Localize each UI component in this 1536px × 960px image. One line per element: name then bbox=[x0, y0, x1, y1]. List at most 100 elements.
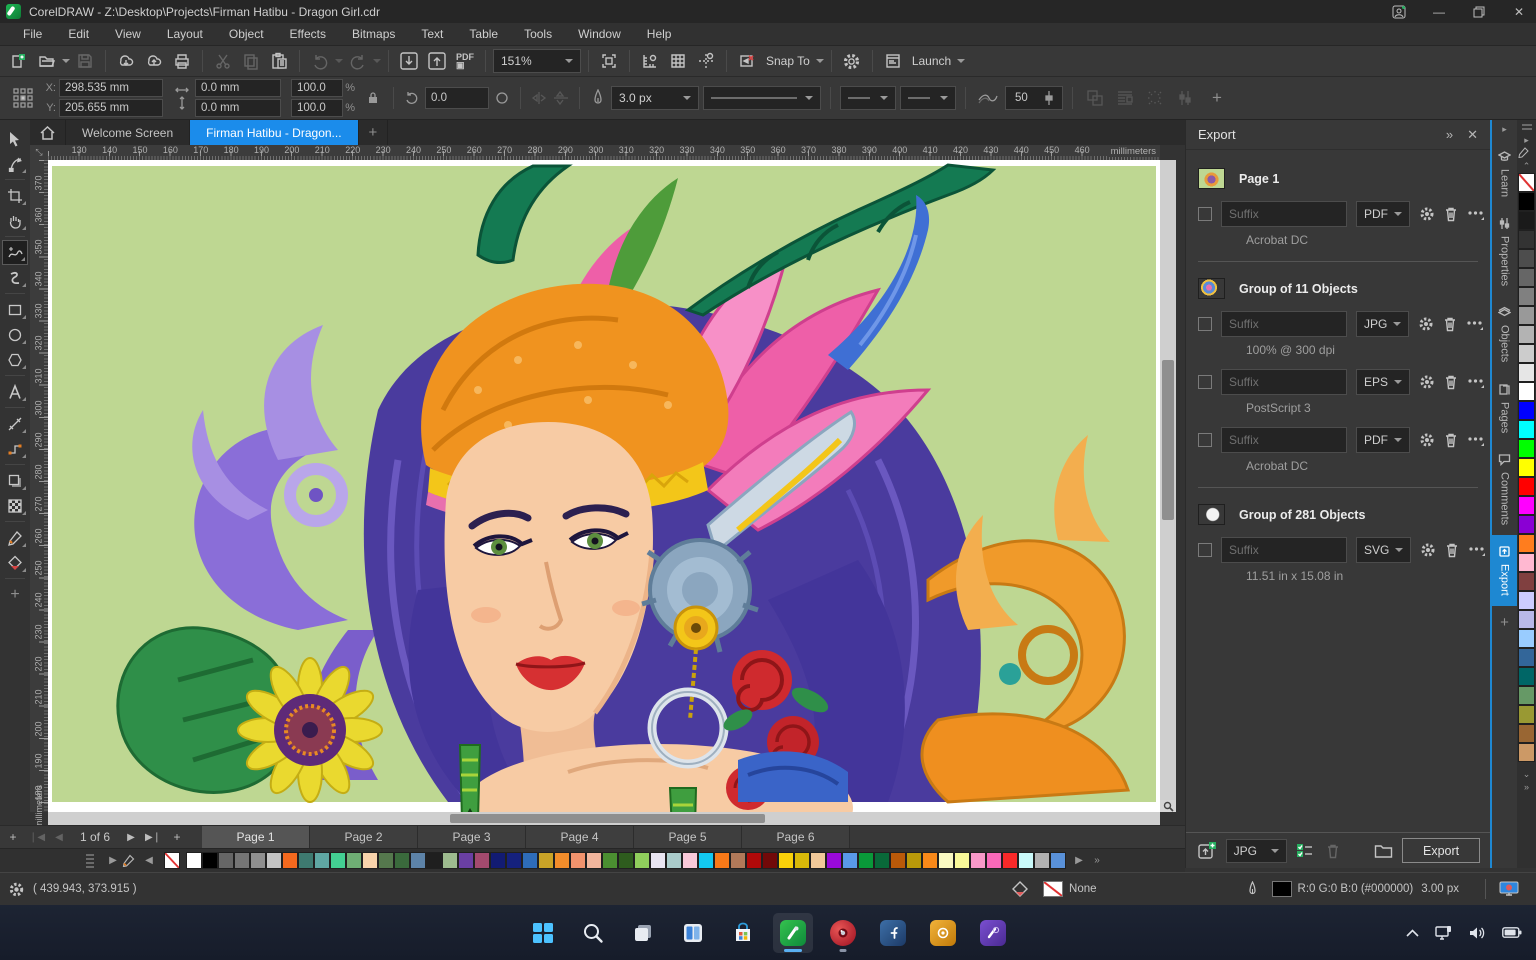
artistic-media-tool[interactable] bbox=[2, 265, 28, 290]
show-rulers-icon[interactable] bbox=[637, 49, 663, 73]
export-item-checkbox[interactable] bbox=[1198, 543, 1212, 557]
full-screen-preview-icon[interactable] bbox=[596, 49, 622, 73]
add-tools-button[interactable]: + bbox=[2, 582, 28, 607]
more-options-icon[interactable] bbox=[1466, 315, 1484, 333]
dimension-tool[interactable] bbox=[2, 411, 28, 436]
color-swatch[interactable] bbox=[698, 852, 714, 869]
palette-drag-handle[interactable] bbox=[86, 853, 94, 868]
color-swatch[interactable] bbox=[426, 852, 442, 869]
dock-tab-properties[interactable]: Properties bbox=[1498, 207, 1511, 296]
color-swatch[interactable] bbox=[186, 852, 202, 869]
dock-tab-comments[interactable]: Comments bbox=[1498, 443, 1511, 535]
color-swatch[interactable] bbox=[362, 852, 378, 869]
outline-color-swatch[interactable] bbox=[1271, 881, 1292, 897]
color-swatch[interactable] bbox=[906, 852, 922, 869]
snap-off-icon[interactable] bbox=[734, 49, 760, 73]
network-icon[interactable] bbox=[1435, 925, 1453, 941]
color-swatch[interactable] bbox=[570, 852, 586, 869]
smoothing-slider-icon[interactable] bbox=[1040, 90, 1058, 106]
color-swatch[interactable] bbox=[810, 852, 826, 869]
color-swatch[interactable] bbox=[1518, 230, 1535, 249]
export-settings-gear-icon[interactable] bbox=[1418, 315, 1434, 333]
color-swatch[interactable] bbox=[1518, 287, 1535, 306]
footer-format-select[interactable]: JPG bbox=[1225, 838, 1287, 863]
rectangle-tool[interactable] bbox=[2, 297, 28, 322]
y-position-field[interactable] bbox=[59, 99, 163, 117]
palette-eyedropper-icon[interactable] bbox=[1517, 147, 1536, 160]
launch-caret[interactable] bbox=[957, 59, 966, 63]
color-swatch[interactable] bbox=[1518, 591, 1535, 610]
coreldraw-taskbar-icon[interactable] bbox=[773, 912, 813, 953]
status-gear-icon[interactable] bbox=[8, 881, 25, 898]
pan-tool[interactable] bbox=[2, 208, 28, 233]
color-swatch[interactable] bbox=[538, 852, 554, 869]
color-swatch[interactable] bbox=[282, 852, 298, 869]
select-all-exports-icon[interactable] bbox=[1295, 842, 1315, 860]
welcome-screen-tab[interactable]: Welcome Screen bbox=[66, 120, 191, 145]
arrow-start-select[interactable] bbox=[840, 86, 896, 110]
snap-to-label[interactable]: Snap To bbox=[762, 54, 814, 68]
zoom-level-select[interactable]: 151% bbox=[493, 49, 581, 73]
color-swatch[interactable] bbox=[1518, 743, 1535, 762]
arrow-end-select[interactable] bbox=[900, 86, 956, 110]
export-settings-gear-icon[interactable] bbox=[1419, 431, 1435, 449]
color-swatch[interactable] bbox=[1518, 363, 1535, 382]
export-item-checkbox[interactable] bbox=[1198, 433, 1212, 447]
close-button[interactable]: ✕ bbox=[1508, 4, 1530, 20]
polygon-tool[interactable] bbox=[2, 347, 28, 372]
color-swatch[interactable] bbox=[650, 852, 666, 869]
color-swatch[interactable] bbox=[986, 852, 1002, 869]
transparency-tool[interactable] bbox=[2, 493, 28, 518]
color-swatch[interactable] bbox=[586, 852, 602, 869]
color-swatch[interactable] bbox=[618, 852, 634, 869]
color-swatch[interactable] bbox=[682, 852, 698, 869]
color-swatch[interactable] bbox=[1518, 439, 1535, 458]
ruler-origin[interactable]: ⤡ bbox=[30, 145, 48, 160]
export-item-checkbox[interactable] bbox=[1198, 375, 1212, 389]
color-swatch[interactable] bbox=[1518, 306, 1535, 325]
horizontal-scrollbar-thumb[interactable] bbox=[450, 814, 765, 823]
menu-item[interactable]: Edit bbox=[55, 24, 102, 44]
zoom-corner-icon[interactable] bbox=[1160, 800, 1176, 812]
color-swatch[interactable] bbox=[746, 852, 762, 869]
object-width-field[interactable] bbox=[195, 79, 281, 97]
lock-ratio-icon[interactable] bbox=[362, 91, 384, 105]
capture-taskbar-icon[interactable] bbox=[923, 913, 963, 953]
color-swatch[interactable] bbox=[410, 852, 426, 869]
color-swatch[interactable] bbox=[266, 852, 282, 869]
color-swatch[interactable] bbox=[330, 852, 346, 869]
outline-width-select[interactable]: 3.0 px bbox=[611, 86, 699, 110]
horizontal-scrollbar[interactable] bbox=[48, 812, 1160, 825]
suffix-input[interactable] bbox=[1221, 427, 1347, 453]
palette-scroll-right-icon[interactable]: ▶ bbox=[1070, 855, 1088, 866]
store-icon[interactable] bbox=[723, 913, 763, 953]
color-proof-monitor-icon[interactable] bbox=[1498, 880, 1520, 898]
export-button[interactable]: Export bbox=[1402, 838, 1480, 863]
format-select[interactable]: JPG bbox=[1356, 311, 1410, 337]
page-tab[interactable]: Page 3 bbox=[418, 826, 527, 848]
suffix-input[interactable] bbox=[1221, 537, 1347, 563]
freehand-tool[interactable] bbox=[2, 240, 28, 265]
account-icon[interactable] bbox=[1388, 4, 1410, 20]
color-swatch[interactable] bbox=[1518, 268, 1535, 287]
text-tool[interactable] bbox=[2, 379, 28, 404]
color-swatch[interactable] bbox=[1518, 610, 1535, 629]
open-flyout-caret[interactable] bbox=[62, 59, 70, 63]
horizontal-ruler[interactable]: 130 140 150 160 170 180 190 200 210 220 230 240 250 2… bbox=[48, 145, 1160, 160]
menu-item[interactable]: Effects bbox=[277, 24, 339, 44]
color-swatch[interactable] bbox=[1518, 344, 1535, 363]
color-swatch[interactable] bbox=[778, 852, 794, 869]
color-swatch[interactable] bbox=[714, 852, 730, 869]
color-swatch[interactable] bbox=[1518, 705, 1535, 724]
font-manager-taskbar-icon[interactable] bbox=[873, 913, 913, 953]
docker-collapse-icon[interactable]: » bbox=[1446, 127, 1453, 143]
color-swatch[interactable] bbox=[234, 852, 250, 869]
add-page-before-button[interactable]: + bbox=[0, 826, 26, 848]
color-swatch[interactable] bbox=[1518, 325, 1535, 344]
color-swatch[interactable] bbox=[730, 852, 746, 869]
color-swatch[interactable] bbox=[458, 852, 474, 869]
page-tab[interactable]: Page 1 bbox=[202, 826, 311, 848]
delete-export-icon[interactable] bbox=[1444, 205, 1458, 223]
more-options-icon[interactable] bbox=[1467, 205, 1485, 223]
palette-flyout-icon[interactable]: ▸ bbox=[1518, 134, 1536, 147]
